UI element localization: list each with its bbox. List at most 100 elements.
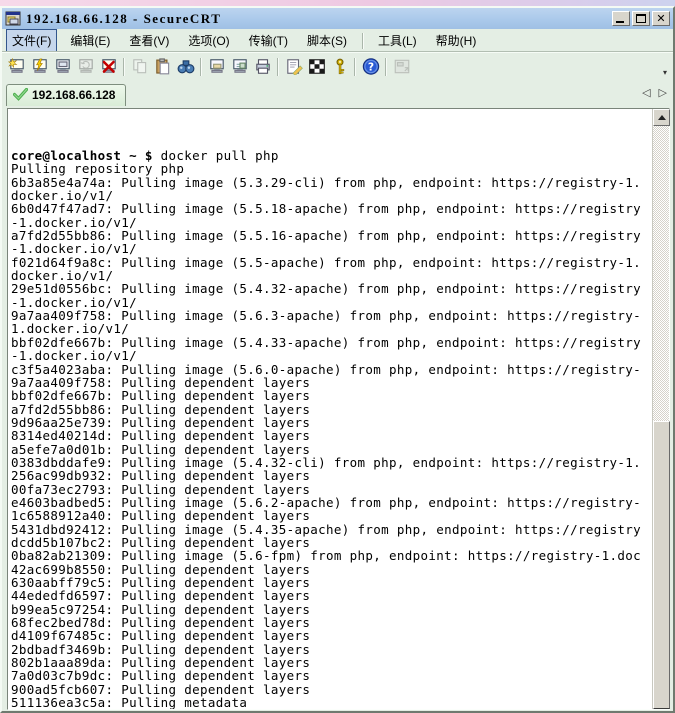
scrollbar-thumb[interactable] bbox=[653, 421, 670, 709]
copy-button bbox=[128, 56, 151, 78]
svg-text:?: ? bbox=[367, 60, 373, 73]
terminal-line: -1.docker.io/v1/ bbox=[11, 216, 652, 229]
terminal-line: 5431dbd92412: Pulling image (5.4.35-apac… bbox=[11, 523, 652, 536]
terminal-scrollbar[interactable] bbox=[652, 109, 669, 709]
clear-screen-button[interactable] bbox=[205, 56, 228, 78]
clear-scrollback-button[interactable] bbox=[228, 56, 251, 78]
quick-connect-button[interactable] bbox=[28, 56, 51, 78]
terminal-line: 900ad5fcb607: Pulling dependent layers bbox=[11, 683, 652, 696]
toolbar-separator bbox=[277, 58, 279, 76]
terminal-frame: core@localhost ~ $ docker pull phpPullin… bbox=[7, 108, 670, 710]
terminal-line: 256ac99db932: Pulling dependent layers bbox=[11, 469, 652, 482]
menu-item[interactable]: 工具(L) bbox=[372, 29, 423, 52]
title-bar[interactable]: 192.168.66.128 - SecureCRT ✕ bbox=[2, 8, 673, 29]
securecrt-app-icon bbox=[5, 11, 22, 27]
maximize-button[interactable] bbox=[632, 11, 650, 26]
terminal-line: 0383dbddafe9: Pulling image (5.4.32-cli)… bbox=[11, 456, 652, 469]
keymap-editor-button[interactable] bbox=[305, 56, 328, 78]
find-button[interactable] bbox=[174, 56, 197, 78]
terminal-line: e4603badbed5: Pulling image (5.6.2-apach… bbox=[11, 496, 652, 509]
help-icon: ? bbox=[362, 58, 380, 75]
terminal-prompt-line: core@localhost ~ $ docker pull php bbox=[11, 149, 652, 162]
paste-icon bbox=[154, 58, 172, 75]
tab-bar: 192.168.66.128 ◁ ▷ bbox=[2, 80, 673, 106]
connect-tab-button[interactable] bbox=[51, 56, 74, 78]
terminal-line: 9a7aa409f758: Pulling dependent layers bbox=[11, 376, 652, 389]
terminal-line: 0ba82ab21309: Pulling image (5.6-fpm) fr… bbox=[11, 549, 652, 562]
terminal-line: -1.docker.io/v1/ bbox=[11, 349, 652, 362]
securecrt-window: 192.168.66.128 - SecureCRT ✕ 文件(F) 编辑(E) 查… bbox=[0, 6, 675, 713]
quick-connect-icon bbox=[31, 58, 49, 75]
help-button[interactable]: ? bbox=[359, 56, 382, 78]
terminal-line: d4109f67485c: Pulling dependent layers bbox=[11, 629, 652, 642]
toolbar-overflow-chevron-icon[interactable]: ▾ bbox=[659, 68, 671, 78]
session-options-icon bbox=[285, 58, 303, 75]
menu-item[interactable]: 编辑(E) bbox=[64, 29, 116, 52]
tab-label: 192.168.66.128 bbox=[32, 88, 115, 102]
print-button[interactable] bbox=[251, 56, 274, 78]
terminal-line: docker.io/v1/ bbox=[11, 269, 652, 282]
terminal-line: 1c6588912a40: Pulling dependent layers bbox=[11, 509, 652, 522]
terminal-line: a7fd2d55bb86: Pulling image (5.5.16-apac… bbox=[11, 229, 652, 242]
session-manager-icon bbox=[393, 58, 411, 75]
terminal-line: 44ededfd6597: Pulling dependent layers bbox=[11, 589, 652, 602]
connect-tab-icon bbox=[54, 58, 72, 75]
terminal-line: 630aabff79c5: Pulling dependent layers bbox=[11, 576, 652, 589]
tab-scroll-right-icon[interactable]: ▷ bbox=[659, 86, 667, 99]
terminal-line: Pulling repository php bbox=[11, 162, 652, 175]
session-tab-192-168-66-128[interactable]: 192.168.66.128 bbox=[6, 84, 126, 106]
terminal-line: 6b0d47f47ad7: Pulling image (5.5.18-apac… bbox=[11, 202, 652, 215]
toolbar-separator bbox=[385, 58, 387, 76]
clear-screen-icon bbox=[208, 58, 226, 75]
menu-item[interactable]: 文件(F) bbox=[6, 29, 57, 52]
clear-scrollback-icon bbox=[231, 58, 249, 75]
reconnect-icon bbox=[77, 58, 95, 75]
terminal-line: b99ea5c97254: Pulling dependent layers bbox=[11, 603, 652, 616]
terminal-line: 42ac699b8550: Pulling dependent layers bbox=[11, 563, 652, 576]
menu-bar: 文件(F) 编辑(E) 查看(V) 选项(O) 传输(T) 脚本(S) 工具(L) 帮助(H) bbox=[2, 29, 673, 52]
terminal-line: 68fec2bed78d: Pulling dependent layers bbox=[11, 616, 652, 629]
terminal-line: bbf02dfe667b: Pulling dependent layers bbox=[11, 389, 652, 402]
terminal-line: docker.io/v1/ bbox=[11, 189, 652, 202]
terminal-line: a5efe7a0d01b: Pulling dependent layers bbox=[11, 443, 652, 456]
minimize-button[interactable] bbox=[612, 11, 630, 26]
tab-scroll-left-icon[interactable]: ◁ bbox=[642, 86, 650, 99]
close-button[interactable]: ✕ bbox=[652, 11, 670, 26]
scrollbar-up-button[interactable] bbox=[653, 109, 670, 126]
window-controls: ✕ bbox=[612, 11, 670, 26]
terminal-output[interactable]: core@localhost ~ $ docker pull phpPullin… bbox=[8, 109, 652, 709]
close-icon: ✕ bbox=[653, 12, 669, 25]
reconnect-button bbox=[74, 56, 97, 78]
terminal-line: 8314ed40214d: Pulling dependent layers bbox=[11, 429, 652, 442]
terminal-line: bbf02dfe667b: Pulling image (5.4.33-apac… bbox=[11, 336, 652, 349]
scrollbar-up-arrow-icon bbox=[658, 115, 666, 120]
find-icon bbox=[177, 58, 195, 75]
menu-item[interactable]: 查看(V) bbox=[123, 29, 175, 52]
paste-button[interactable] bbox=[151, 56, 174, 78]
maximize-icon bbox=[636, 14, 646, 23]
new-session-wizard-button[interactable] bbox=[5, 56, 28, 78]
menu-item[interactable]: 传输(T) bbox=[243, 29, 294, 52]
terminal-line: -1.docker.io/v1/ bbox=[11, 296, 652, 309]
key-generation-button[interactable] bbox=[328, 56, 351, 78]
menu-item[interactable]: 帮助(H) bbox=[430, 29, 483, 52]
terminal-line: f021d64f9a8c: Pulling image (5.5-apache)… bbox=[11, 256, 652, 269]
print-icon bbox=[254, 58, 272, 75]
new-session-wizard-icon bbox=[8, 58, 26, 75]
connected-check-icon bbox=[13, 88, 28, 101]
keymap-editor-icon bbox=[308, 58, 326, 75]
terminal-line: c3f5a4023aba: Pulling image (5.6.0-apach… bbox=[11, 363, 652, 376]
toolbar: ?▾ bbox=[2, 52, 673, 80]
session-options-button[interactable] bbox=[282, 56, 305, 78]
menu-item[interactable]: 选项(O) bbox=[182, 29, 235, 52]
terminal-line: -1.docker.io/v1/ bbox=[11, 242, 652, 255]
terminal-line: dcdd5b107bc2: Pulling dependent layers bbox=[11, 536, 652, 549]
terminal-line: 1.docker.io/v1/ bbox=[11, 322, 652, 335]
toolbar-separator bbox=[123, 58, 125, 76]
terminal-line: 9a7aa409f758: Pulling image (5.6.3-apach… bbox=[11, 309, 652, 322]
terminal-line: 6b3a85e4a74a: Pulling image (5.3.29-cli)… bbox=[11, 176, 652, 189]
disconnect-button[interactable] bbox=[97, 56, 120, 78]
terminal-line: 802b1aaa89da: Pulling dependent layers bbox=[11, 656, 652, 669]
menu-item[interactable]: 脚本(S) bbox=[301, 29, 353, 52]
terminal-line: 29e51d0556bc: Pulling image (5.4.32-apac… bbox=[11, 282, 652, 295]
